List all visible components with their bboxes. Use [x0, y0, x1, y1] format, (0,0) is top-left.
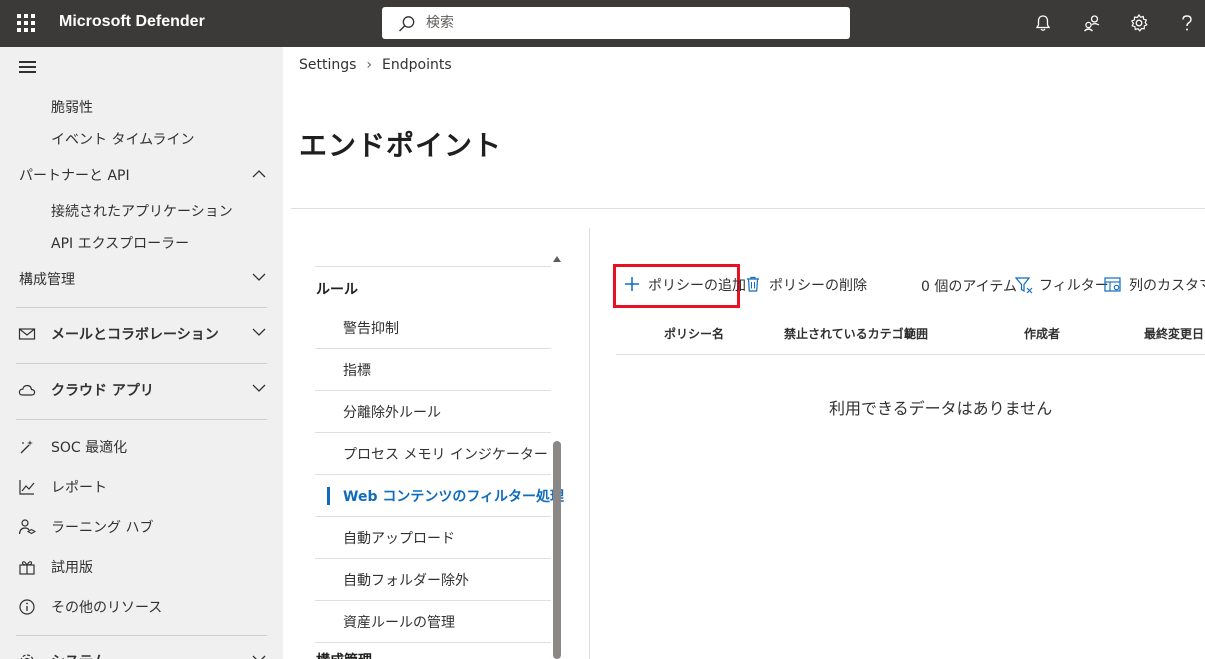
rule-item-isolation-exclusions[interactable]: 分離除外ルール — [315, 391, 551, 433]
chevron-down-icon — [252, 328, 266, 336]
gift-icon — [19, 561, 35, 575]
active-indicator — [327, 487, 330, 505]
rules-next-heading: 構成管理 — [316, 650, 372, 659]
rule-item-automated-upload[interactable]: 自動アップロード — [315, 517, 551, 559]
cloud-icon — [18, 384, 36, 396]
mail-icon — [18, 328, 36, 340]
plus-icon — [625, 277, 639, 291]
nav-item-soc-optimization[interactable]: SOC 最適化 — [0, 431, 283, 461]
rule-item-asset-rule-management[interactable]: 資産ルールの管理 — [315, 601, 551, 643]
rule-item-automated-folder-exclusions[interactable]: 自動フォルダー除外 — [315, 559, 551, 601]
nav-item-more-resources[interactable]: その他のリソース — [0, 591, 283, 621]
trash-icon — [747, 276, 759, 292]
rule-item-alert-suppression[interactable]: 警告抑制 — [315, 307, 551, 349]
chart-line-icon — [19, 480, 35, 495]
app-title[interactable]: Microsoft Defender — [59, 13, 205, 31]
breadcrumb-endpoints[interactable]: Endpoints — [382, 57, 452, 73]
help-icon[interactable] — [1177, 13, 1197, 33]
table-header-divider — [616, 354, 1205, 355]
rule-item-process-memory-indicators[interactable]: プロセス メモリ インジケーター — [315, 433, 551, 475]
header-divider — [291, 208, 1205, 209]
left-navigation: 脆弱性 イベント タイムライン パートナーと API 接続されたアプリケーション… — [0, 47, 283, 659]
nav-item-api-explorer[interactable]: API エクスプローラー — [0, 227, 283, 257]
chevron-down-icon — [252, 273, 266, 281]
page-title: エンドポイント — [299, 129, 503, 162]
search-box[interactable] — [382, 7, 850, 39]
column-header-last-modified[interactable]: 最終変更日 — [1144, 325, 1204, 342]
scrollbar-thumb[interactable] — [553, 441, 561, 659]
item-count: 0 個のアイテム — [921, 279, 1017, 295]
app-launcher-icon[interactable] — [17, 14, 35, 32]
columns-icon — [1104, 277, 1121, 292]
column-header-scope[interactable]: 範囲 — [904, 325, 928, 342]
top-bar: Microsoft Defender — [0, 0, 1205, 47]
community-icon[interactable] — [1082, 13, 1102, 33]
rule-item-web-content-filtering[interactable]: Web コンテンツのフィルター処理 — [315, 475, 564, 517]
bell-icon[interactable] — [1033, 13, 1053, 33]
column-header-blocked-categories[interactable]: 禁止されているカテゴリ — [784, 325, 916, 342]
hamburger-icon[interactable] — [19, 61, 36, 73]
nav-divider — [16, 419, 267, 420]
rule-item-indicators[interactable]: 指標 — [315, 349, 551, 391]
nav-section-configuration-management[interactable]: 構成管理 — [0, 263, 283, 293]
customize-columns-button[interactable]: 列のカスタマイズ — [1104, 275, 1205, 295]
nav-item-event-timeline[interactable]: イベント タイムライン — [0, 123, 283, 153]
info-icon — [19, 599, 35, 615]
filter-icon — [1015, 277, 1033, 294]
nav-item-reports[interactable]: レポート — [0, 471, 283, 501]
scroll-up-arrow-icon[interactable] — [553, 256, 561, 262]
nav-section-system[interactable]: システム — [0, 645, 283, 659]
panel-divider — [589, 228, 590, 659]
nav-section-cloud-apps[interactable]: クラウド アプリ — [0, 374, 283, 404]
magic-wand-icon — [20, 440, 33, 454]
add-policy-button[interactable]: ポリシーの追加 — [624, 275, 746, 295]
column-header-policy-name[interactable]: ポリシー名 — [664, 325, 724, 342]
filter-button[interactable]: フィルター — [1015, 275, 1109, 295]
rules-divider — [315, 266, 551, 267]
nav-item-trials[interactable]: 試用版 — [0, 551, 283, 581]
chevron-down-icon — [252, 384, 266, 392]
delete-policy-button[interactable]: ポリシーの削除 — [745, 275, 867, 295]
rules-heading: ルール — [316, 282, 358, 298]
breadcrumb-chevron-icon: › — [366, 57, 373, 73]
nav-item-connected-apps[interactable]: 接続されたアプリケーション — [0, 195, 283, 225]
gear-icon — [20, 654, 34, 659]
nav-divider — [16, 363, 267, 364]
empty-state-message: 利用できるデータはありません — [829, 399, 1053, 418]
nav-divider — [16, 307, 267, 308]
nav-section-email-collaboration[interactable]: メールとコラボレーション — [0, 318, 283, 348]
chevron-up-icon — [252, 170, 266, 178]
nav-item-learning-hub[interactable]: ラーニング ハブ — [0, 511, 283, 541]
nav-divider — [16, 635, 267, 636]
breadcrumb-settings[interactable]: Settings — [299, 57, 356, 73]
learning-icon — [18, 519, 36, 535]
gear-icon[interactable] — [1129, 13, 1149, 33]
column-header-created-by[interactable]: 作成者 — [1024, 325, 1060, 342]
chevron-down-icon — [252, 655, 266, 659]
search-input[interactable] — [426, 13, 826, 33]
search-icon — [399, 16, 415, 32]
nav-item-vulnerabilities[interactable]: 脆弱性 — [0, 91, 283, 121]
nav-section-partners-api[interactable]: パートナーと API — [0, 159, 283, 189]
breadcrumb: Settings › Endpoints — [299, 57, 452, 73]
